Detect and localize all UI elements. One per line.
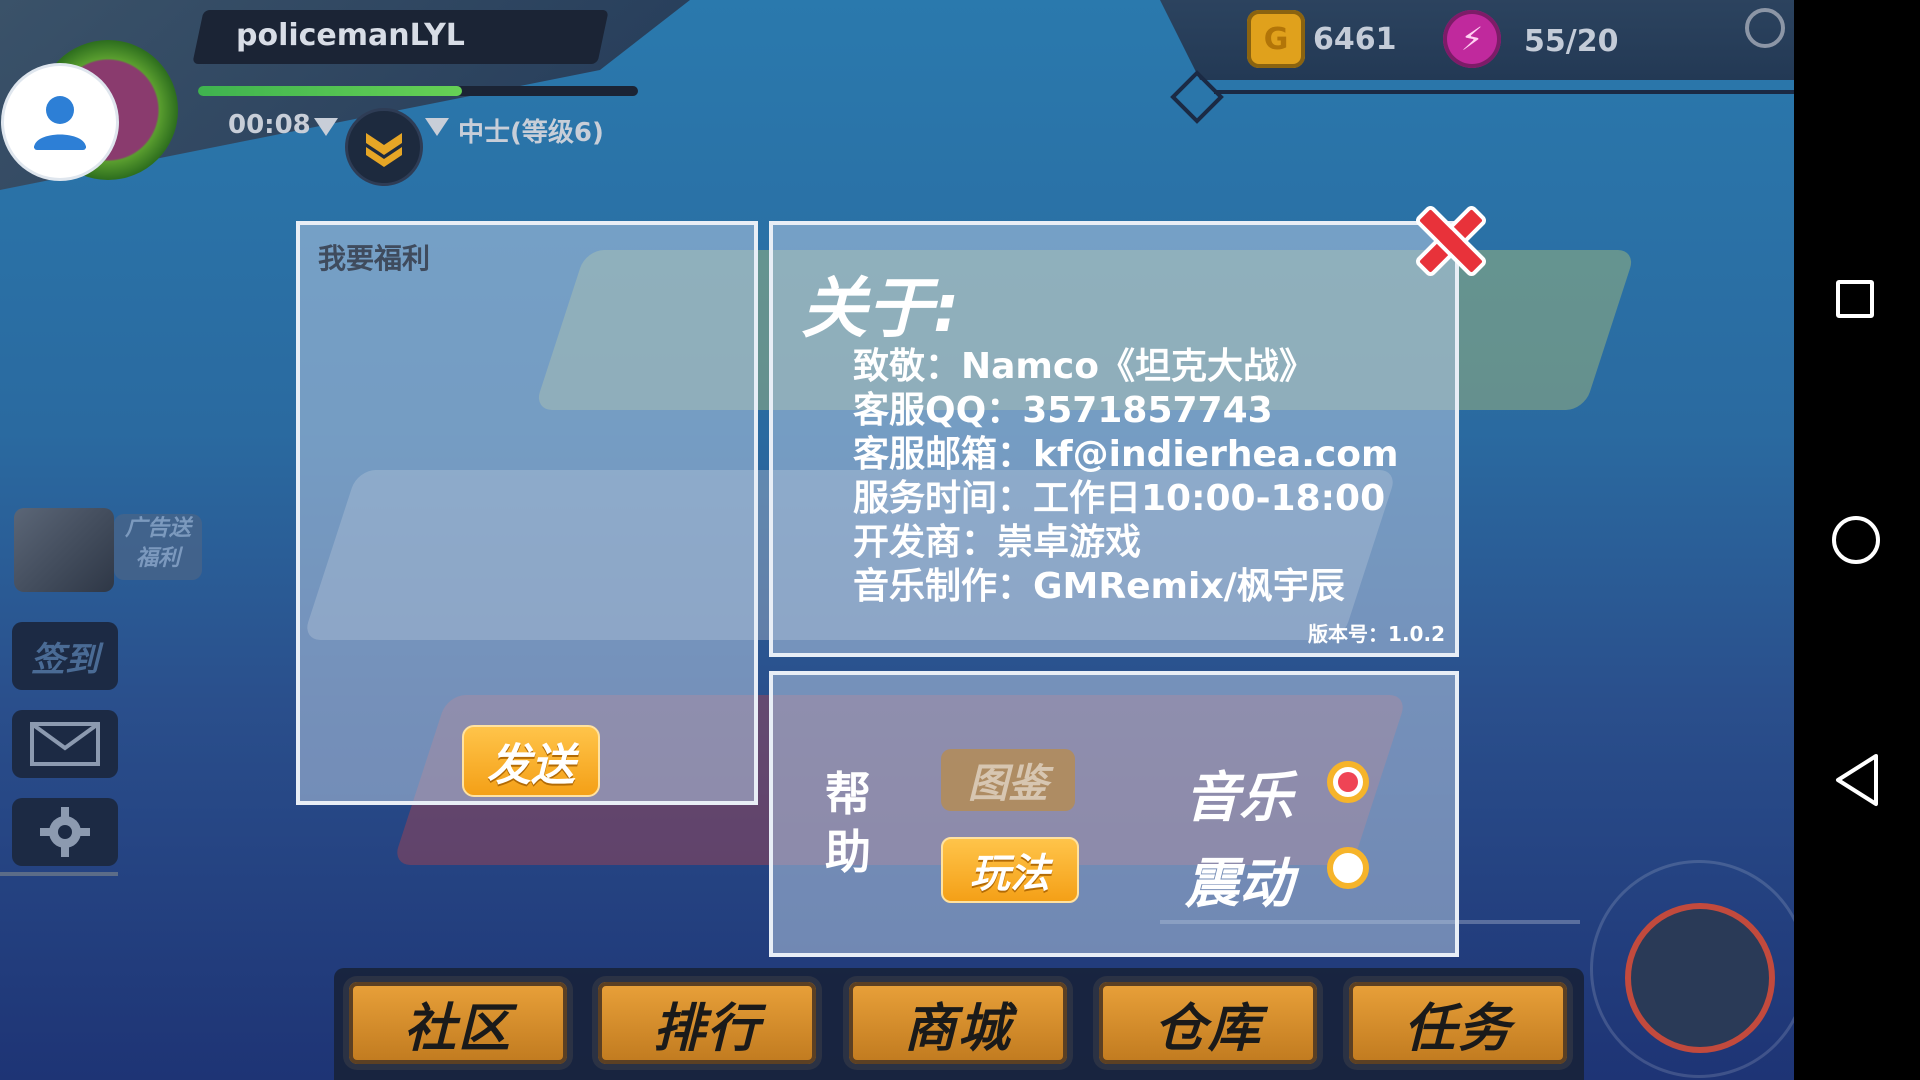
username: policemanLYL <box>236 18 465 53</box>
music-credit-line: 音乐制作：GMRemix/枫宇辰 <box>853 566 1345 607</box>
coin-count: 6461 <box>1313 22 1397 57</box>
settings-button[interactable] <box>12 798 118 866</box>
nav-label: 排行 <box>652 998 761 1059</box>
music-toggle[interactable] <box>1327 761 1369 803</box>
howto-button[interactable]: 玩法 <box>941 837 1079 903</box>
checkin-label: 签到 <box>31 639 99 680</box>
music-label: 音乐 <box>1185 766 1293 829</box>
nav-label: 社区 <box>403 998 512 1059</box>
mail-button[interactable] <box>12 710 118 778</box>
version-label: 版本号：1.0.2 <box>1308 622 1445 646</box>
vibration-label: 震动 <box>1185 852 1293 915</box>
avatar[interactable] <box>4 66 116 178</box>
help-label: 帮助 <box>825 767 871 879</box>
tank-avatar-button[interactable] <box>1590 860 1794 1078</box>
service-hours-line: 服务时间：工作日10:00-18:00 <box>853 478 1386 519</box>
support-qq-line: 客服QQ：3571857743 <box>853 390 1273 431</box>
caret-down-icon <box>425 118 449 136</box>
about-title: 关于: <box>801 270 960 347</box>
gift-box-icon <box>14 508 114 592</box>
close-button[interactable] <box>1408 198 1494 284</box>
nav-label: 商城 <box>903 998 1012 1059</box>
timer-text: 00:08 <box>228 110 311 140</box>
welfare-title: 我要福利 <box>318 242 431 275</box>
welfare-panel: 我要福利 发送 <box>296 221 758 805</box>
music-toggle-dot <box>1338 772 1358 792</box>
nav-warehouse-button[interactable]: 仓库 <box>1099 982 1317 1064</box>
xp-bar-fill <box>198 86 462 96</box>
coin-icon: G <box>1247 10 1305 68</box>
tribute-line: 致敬：Namco《坦克大战》 <box>853 346 1316 387</box>
catalog-button[interactable]: 图鉴 <box>941 749 1075 811</box>
nav-shop-button[interactable]: 商城 <box>849 982 1067 1064</box>
ad-welfare-label: 广告送 福利 <box>114 514 202 580</box>
recents-button[interactable] <box>1836 280 1874 318</box>
nav-ranking-button[interactable]: 排行 <box>598 982 816 1064</box>
nav-tasks-button[interactable]: 任务 <box>1349 982 1567 1064</box>
settings-panel: 帮助 图鉴 玩法 音乐 震动 <box>769 671 1459 957</box>
game-scene: policemanLYL 00:08 中士(等级6) G 6461 ⚡ 55/2… <box>0 0 1794 1080</box>
nav-label: 任务 <box>1403 998 1512 1059</box>
vibration-toggle-dot <box>1338 858 1358 878</box>
close-icon <box>1416 206 1486 276</box>
xp-bar <box>198 86 638 96</box>
developer-line: 开发商：崇卓游戏 <box>853 522 1142 563</box>
checkin-button[interactable]: 签到 <box>12 622 118 690</box>
energy-count: 55/20 <box>1524 24 1619 59</box>
rank-chevron-icon[interactable] <box>345 108 423 186</box>
gear-icon <box>40 807 90 857</box>
mail-icon <box>30 722 100 766</box>
about-info-list: 致敬：Namco《坦克大战》 客服QQ：3571857743 客服邮箱：kf@i… <box>853 345 1398 609</box>
caret-down-icon <box>314 118 338 136</box>
ad-welfare-button[interactable]: 广告送 福利 <box>14 500 202 600</box>
nav-community-button[interactable]: 社区 <box>349 982 567 1064</box>
globe-icon[interactable] <box>1745 8 1785 48</box>
lightning-icon: ⚡ <box>1443 10 1501 68</box>
ad-label-line-2: 福利 <box>135 546 180 571</box>
android-nav-bar <box>1794 0 1920 1080</box>
rank-text: 中士(等级6) <box>458 118 604 148</box>
ad-label-line-1: 广告送 <box>124 516 191 541</box>
back-button[interactable] <box>1832 752 1882 808</box>
user-icon <box>34 96 86 150</box>
nav-label: 仓库 <box>1153 998 1262 1059</box>
about-panel: 关于: 致敬：Namco《坦克大战》 客服QQ：3571857743 客服邮箱：… <box>769 221 1459 657</box>
send-button[interactable]: 发送 <box>462 725 600 797</box>
support-email-line: 客服邮箱：kf@indierhea.com <box>853 434 1399 475</box>
tank-icon <box>1625 903 1775 1053</box>
home-button[interactable] <box>1832 516 1880 564</box>
vibration-toggle[interactable] <box>1327 847 1369 889</box>
